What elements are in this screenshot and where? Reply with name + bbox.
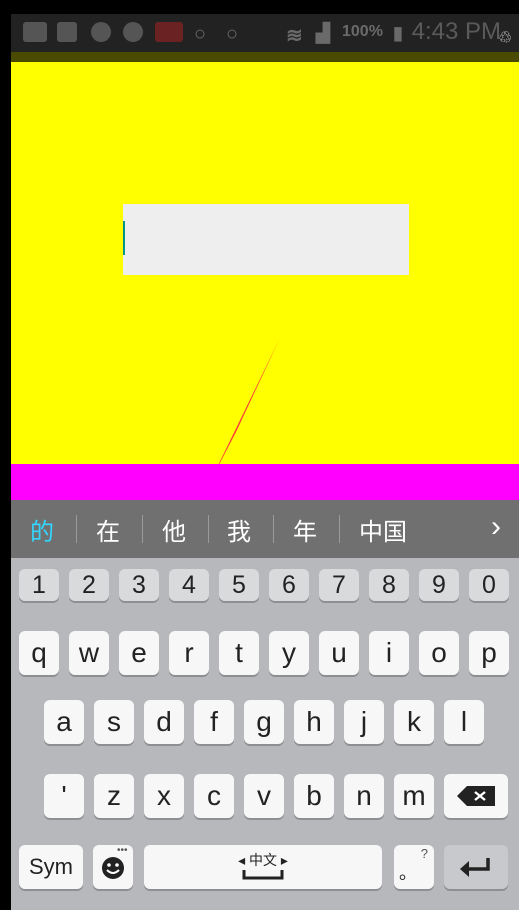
key-apostrophe[interactable]: '	[44, 774, 84, 818]
key-d[interactable]: d	[144, 700, 184, 744]
sym-key[interactable]: Sym	[19, 845, 83, 889]
wifi-icon: ≋	[286, 25, 303, 47]
app-icon-2	[123, 22, 143, 42]
key-b[interactable]: b	[294, 774, 334, 818]
right-arrow-icon: ▸	[277, 852, 288, 868]
search-icon-2: ○	[226, 23, 239, 45]
candidate-item[interactable]: 在	[96, 512, 120, 547]
key-a[interactable]: a	[44, 700, 84, 744]
key-y[interactable]: y	[269, 631, 309, 675]
space-label-wrap: ◂ 中文 ▸	[238, 850, 288, 870]
key-3[interactable]: 3	[119, 569, 159, 601]
candidate-divider	[76, 515, 77, 543]
keyboard: 1 2 3 4 5 6 7 8 9 0 q w e r t y u i o p …	[11, 558, 519, 910]
key-g[interactable]: g	[244, 700, 284, 744]
candidate-item[interactable]: 他	[162, 512, 186, 547]
key-m[interactable]: m	[394, 774, 434, 818]
status-bar: ○ ○ ≋ ▟ 100% ▮ 4:43 PM	[11, 14, 519, 52]
candidate-item[interactable]: 中国	[359, 512, 407, 547]
key-e[interactable]: e	[119, 631, 159, 675]
key-8[interactable]: 8	[369, 569, 409, 601]
key-0[interactable]: 0	[469, 569, 509, 601]
mic-icon: •••	[117, 845, 128, 856]
key-c[interactable]: c	[194, 774, 234, 818]
space-bar-icon	[242, 870, 284, 880]
key-q[interactable]: q	[19, 631, 59, 675]
backspace-icon	[457, 786, 495, 806]
key-7[interactable]: 7	[319, 569, 359, 601]
news-icon	[155, 22, 183, 42]
candidate-item[interactable]: 我	[227, 512, 251, 547]
key-v[interactable]: v	[244, 774, 284, 818]
key-4[interactable]: 4	[169, 569, 209, 601]
candidate-divider	[142, 515, 143, 543]
key-k[interactable]: k	[394, 700, 434, 744]
key-x[interactable]: x	[144, 774, 184, 818]
key-h[interactable]: h	[294, 700, 334, 744]
space-label: 中文	[249, 852, 277, 868]
candidate-more-arrow[interactable]: ›	[491, 510, 501, 544]
key-1[interactable]: 1	[19, 569, 59, 601]
key-t[interactable]: t	[219, 631, 259, 675]
key-z[interactable]: z	[94, 774, 134, 818]
app-content	[11, 62, 519, 464]
key-s[interactable]: s	[94, 700, 134, 744]
backspace-key[interactable]	[444, 774, 508, 818]
candidate-item[interactable]: 年	[293, 512, 317, 547]
enter-icon	[460, 858, 490, 877]
accent-bar	[11, 464, 519, 500]
key-u[interactable]: u	[319, 631, 359, 675]
key-n[interactable]: n	[344, 774, 384, 818]
left-arrow-icon: ◂	[238, 852, 249, 868]
battery-icon: ▮	[393, 23, 403, 43]
key-i[interactable]: i	[369, 631, 409, 675]
period-label: 。	[399, 863, 417, 883]
text-cursor	[123, 221, 125, 255]
candidate-divider	[339, 515, 340, 543]
search-icon: ○	[194, 23, 207, 45]
app-bar	[11, 52, 519, 62]
candidate-divider	[273, 515, 274, 543]
text-input[interactable]	[123, 204, 409, 275]
key-j[interactable]: j	[344, 700, 384, 744]
candidate-bar: 的 在 他 我 年 中国 ›	[11, 500, 519, 558]
key-9[interactable]: 9	[419, 569, 459, 601]
key-w[interactable]: w	[69, 631, 109, 675]
key-6[interactable]: 6	[269, 569, 309, 601]
message-icon	[23, 22, 47, 42]
signal-icon: ▟	[316, 23, 330, 43]
emoji-icon	[102, 857, 124, 879]
app-icon	[91, 22, 111, 42]
key-f[interactable]: f	[194, 700, 234, 744]
key-5[interactable]: 5	[219, 569, 259, 601]
candidate-divider	[208, 515, 209, 543]
enter-key[interactable]	[444, 845, 508, 889]
facebook-icon	[57, 22, 77, 42]
candidate-item[interactable]: 的	[30, 512, 54, 547]
key-r[interactable]: r	[169, 631, 209, 675]
key-p[interactable]: p	[469, 631, 509, 675]
recycle-icon: ♲	[498, 30, 513, 47]
question-hint: ?	[420, 846, 428, 861]
key-l[interactable]: l	[444, 700, 484, 744]
clock: 4:43 PM	[411, 18, 501, 45]
key-2[interactable]: 2	[69, 569, 109, 601]
battery-text: 100%	[342, 23, 383, 40]
period-key[interactable]: 。 ?	[394, 845, 434, 889]
key-o[interactable]: o	[419, 631, 459, 675]
space-key[interactable]: ◂ 中文 ▸	[144, 845, 382, 889]
